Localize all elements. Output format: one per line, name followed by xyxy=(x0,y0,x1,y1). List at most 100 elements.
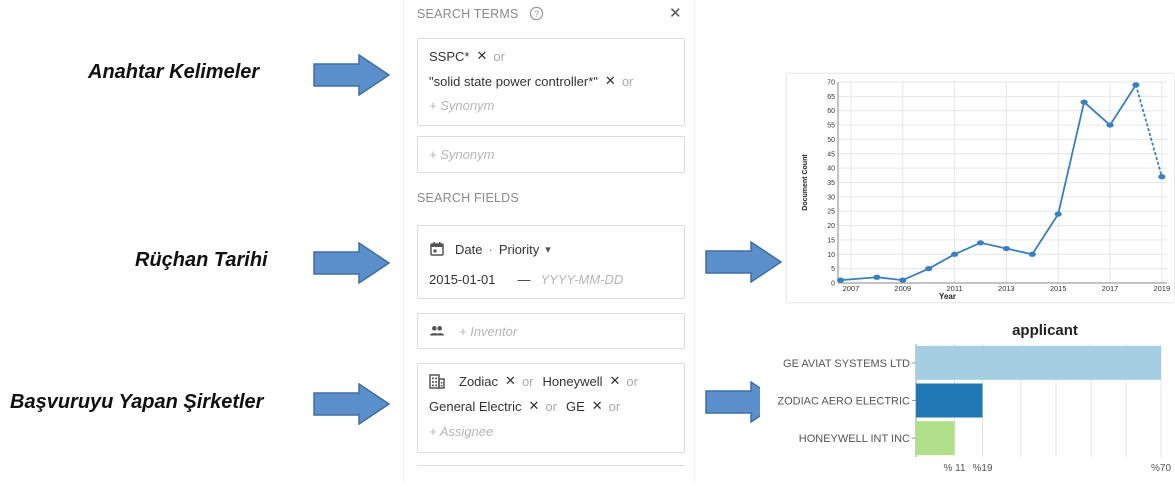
category-label: GE AVIAT SYSTEMS LTD xyxy=(783,358,910,370)
x-tick-label: %70 xyxy=(1151,463,1171,474)
search-terms-title: SEARCH TERMS xyxy=(417,7,519,21)
calendar-icon xyxy=(429,241,445,257)
y-tick-label: 40 xyxy=(827,166,835,173)
or-separator: or xyxy=(626,373,638,389)
bar-chart-svg: applicant GE AVIAT SYSTEMS LTD ZODIAC AERO… xyxy=(777,322,1171,474)
arrow-keywords-icon xyxy=(313,54,391,96)
term-row-2: "solid state power controller*" ✕ or xyxy=(429,73,642,89)
data-point xyxy=(925,266,933,272)
term-chip-label: SSPC* xyxy=(429,48,470,64)
add-synonym-input[interactable]: + Synonym xyxy=(429,147,494,162)
y-tick-label: 0 xyxy=(831,281,835,288)
data-point xyxy=(873,274,881,280)
bar xyxy=(916,421,955,456)
inventor-field-box[interactable]: + Inventor xyxy=(417,313,685,349)
building-icon xyxy=(429,373,445,389)
date-type-value[interactable]: Priority xyxy=(499,242,539,257)
data-point xyxy=(899,277,907,283)
bar xyxy=(916,383,983,418)
term-chip-label: "solid state power controller*" xyxy=(429,73,598,89)
date-to-input[interactable]: YYYY-MM-DD xyxy=(541,272,624,287)
data-point xyxy=(1054,211,1062,217)
panel-bottom-divider xyxy=(417,465,685,466)
date-type-row[interactable]: Date · Priority ▾ xyxy=(429,241,551,257)
x-tick-label: 2013 xyxy=(998,284,1015,293)
label-keywords: Anahtar Kelimeler xyxy=(88,61,260,83)
chevron-down-icon[interactable]: ▾ xyxy=(545,243,551,256)
help-circle-icon[interactable]: ? xyxy=(529,6,544,26)
x-tick-label: 2009 xyxy=(894,284,911,293)
data-point xyxy=(1132,82,1140,88)
data-point xyxy=(1002,245,1010,252)
applicant-bar-chart: applicant GE AVIAT SYSTEMS LTD ZODIAC AERO… xyxy=(760,318,1175,482)
label-priority-date: Rüçhan Tarihi xyxy=(135,249,268,271)
date-separator: · xyxy=(488,241,493,257)
y-axis-title: Document Count xyxy=(802,154,809,211)
data-point xyxy=(836,277,845,283)
category-label: ZODIAC AERO ELECTRIC xyxy=(777,396,910,408)
x-tick-label: %19 xyxy=(972,463,992,474)
bar-chart-title: applicant xyxy=(1012,322,1078,339)
arrow-applicants-icon xyxy=(313,383,391,425)
y-tick-label: 10 xyxy=(827,252,835,259)
add-synonym-input[interactable]: + Synonym xyxy=(429,98,494,113)
remove-term-button[interactable]: ✕ xyxy=(476,48,487,64)
empty-synonym-box[interactable]: + Synonym xyxy=(417,136,685,173)
term-row-1: SSPC* ✕ or xyxy=(429,48,514,64)
date-field-box[interactable]: Date · Priority ▾ 2015-01-01 — YYYY-MM-D… xyxy=(417,225,685,299)
y-tick-label: 70 xyxy=(827,80,835,87)
series-line-projection xyxy=(1135,84,1163,178)
or-separator: or xyxy=(545,398,557,414)
data-point xyxy=(950,251,959,257)
assignee-row-1: Zodiac ✕ or Honeywell ✕ or xyxy=(429,373,647,389)
svg-text:?: ? xyxy=(534,9,539,19)
or-separator: or xyxy=(521,373,534,389)
y-tick-label: 25 xyxy=(827,209,835,216)
assignee-field-box[interactable]: Zodiac ✕ or Honeywell ✕ or General Elect… xyxy=(417,363,685,453)
inventor-row[interactable]: + Inventor xyxy=(429,323,517,339)
line-chart-svg: 05101520253035404550556065702007 2009 2011… xyxy=(802,80,1170,302)
y-tick-label: 35 xyxy=(827,180,835,187)
arrow-to-line-chart-icon xyxy=(705,241,783,283)
y-tick-label: 5 xyxy=(831,266,835,273)
add-assignee-input[interactable]: + Assignee xyxy=(429,424,493,439)
data-point xyxy=(1158,174,1166,180)
x-axis-title: Year xyxy=(939,292,956,301)
label-applicants: Başvuruyu Yapan Şirketler xyxy=(10,391,264,413)
y-tick-label: 50 xyxy=(827,137,835,144)
or-separator: or xyxy=(608,398,621,414)
remove-assignee-button[interactable]: ✕ xyxy=(505,373,516,389)
date-label: Date xyxy=(455,241,483,257)
data-point xyxy=(1106,122,1114,128)
search-terms-box[interactable]: SSPC* ✕ or "solid state power controller… xyxy=(417,38,685,126)
remove-assignee-button[interactable]: ✕ xyxy=(609,373,620,389)
or-separator: or xyxy=(493,48,505,64)
close-panel-button[interactable]: ✕ xyxy=(669,4,682,22)
add-inventor-input[interactable]: + Inventor xyxy=(459,324,517,339)
y-tick-label: 20 xyxy=(827,223,835,230)
data-point xyxy=(1028,251,1036,257)
x-tick-label: 2019 xyxy=(1153,284,1170,293)
remove-assignee-button[interactable]: ✕ xyxy=(528,398,539,414)
x-tick-label: 2015 xyxy=(1050,284,1067,293)
x-tick-label: 2007 xyxy=(843,284,860,293)
y-tick-label: 15 xyxy=(827,237,835,244)
date-range-dash: — xyxy=(517,272,531,287)
y-tick-label: 45 xyxy=(827,151,835,158)
document-count-line-chart: 0 5 10 15 20 25 30 35 40 45 50 55 60 65 70 2007 2009 2011… xyxy=(787,74,1174,302)
y-tick-label: 65 xyxy=(827,94,835,101)
date-from-input[interactable]: 2015-01-01 xyxy=(429,272,496,287)
search-panel: SEARCH TERMS ? ✕ SSPC* ✕ or "solid state… xyxy=(403,0,695,482)
people-icon xyxy=(429,323,445,339)
assignee-chip-label: Honeywell xyxy=(542,373,603,389)
assignee-chip-label: GE xyxy=(565,398,585,414)
assignee-row-2: General Electric ✕ or GE ✕ or xyxy=(429,398,629,414)
y-tick-label: 30 xyxy=(827,194,835,201)
category-label: HONEYWELL INT INC xyxy=(799,433,910,445)
y-tick-label: 55 xyxy=(827,123,835,130)
assignee-chip-label: General Electric xyxy=(429,398,522,414)
remove-assignee-button[interactable]: ✕ xyxy=(592,398,603,414)
remove-term-button[interactable]: ✕ xyxy=(605,73,616,89)
bar xyxy=(916,345,1161,380)
search-fields-title: SEARCH FIELDS xyxy=(417,191,519,205)
